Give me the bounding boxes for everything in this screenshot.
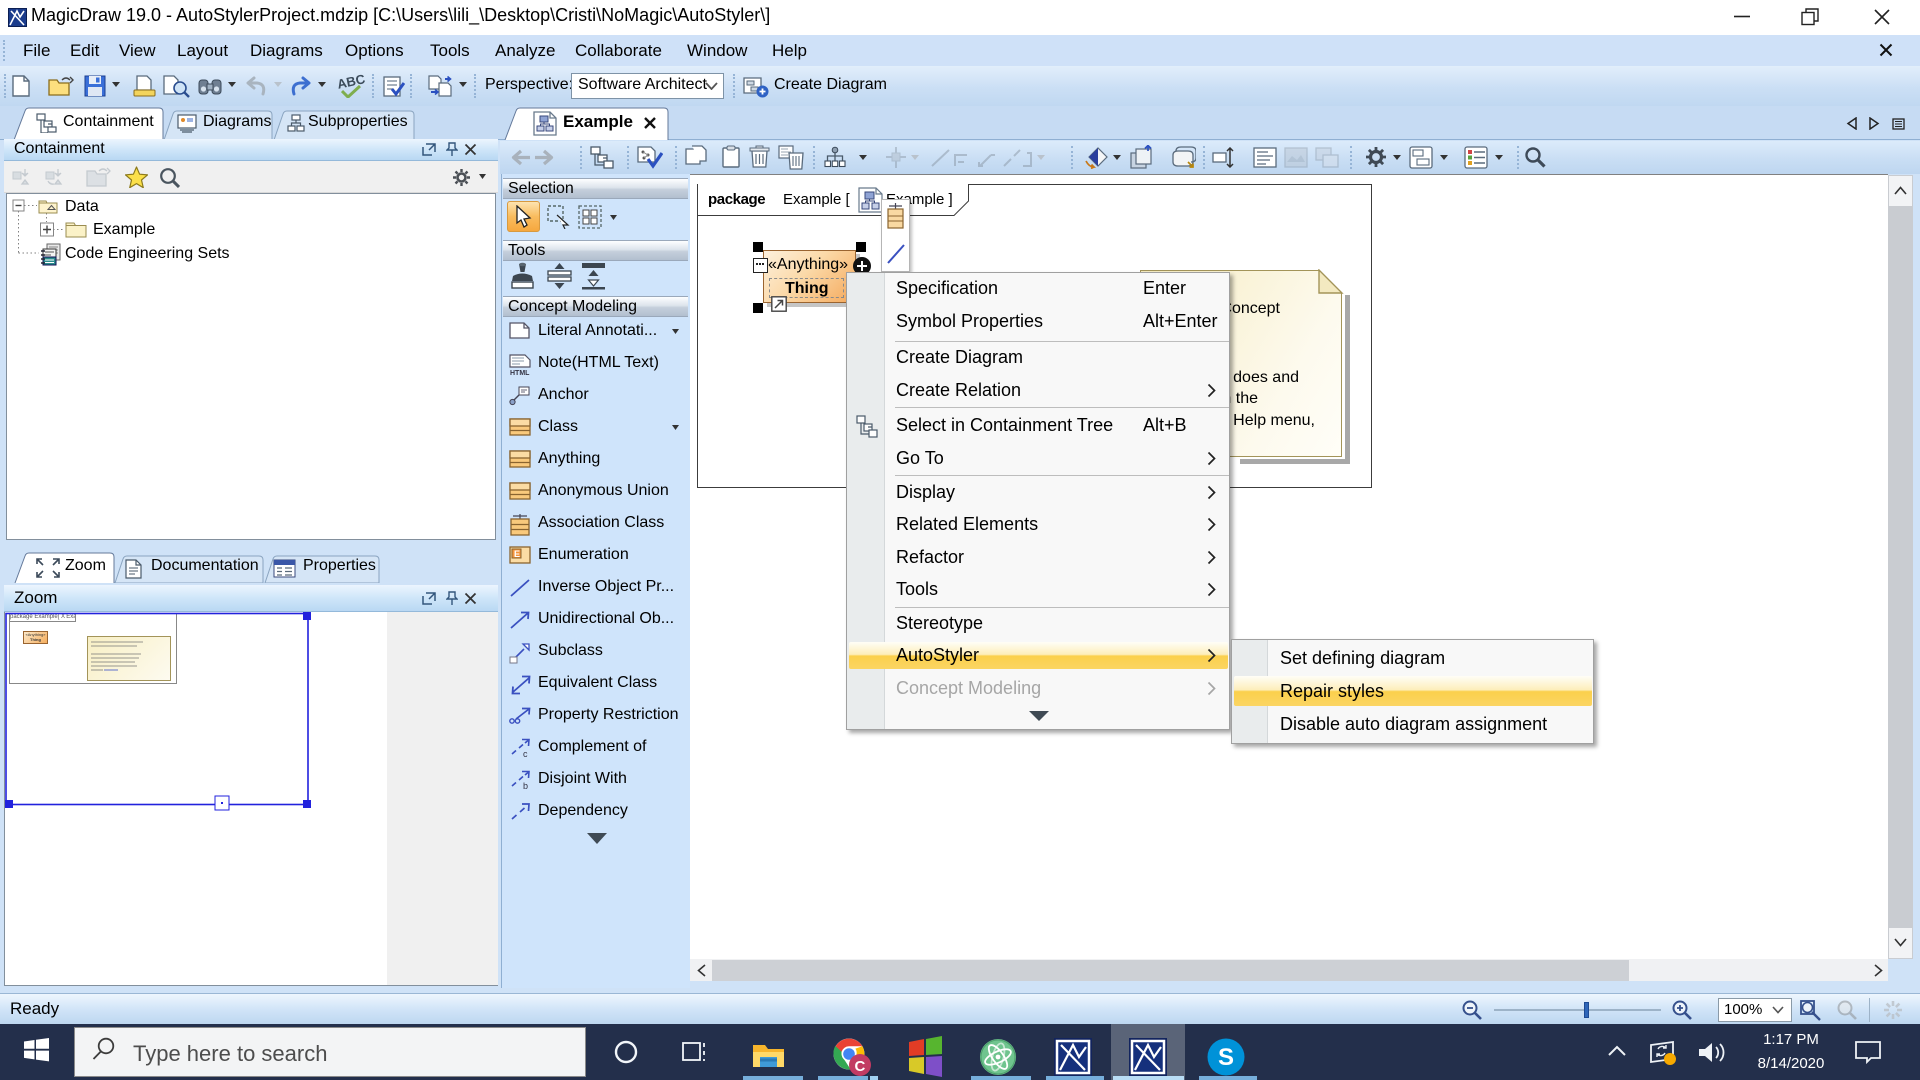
- svg-text:c: c: [523, 749, 528, 758]
- svg-text:E: E: [514, 549, 520, 559]
- svg-text:C: C: [855, 1058, 866, 1075]
- svg-text:b: b: [523, 781, 528, 790]
- svg-text:HTML: HTML: [510, 370, 530, 376]
- svg-text:S: S: [1218, 1044, 1234, 1071]
